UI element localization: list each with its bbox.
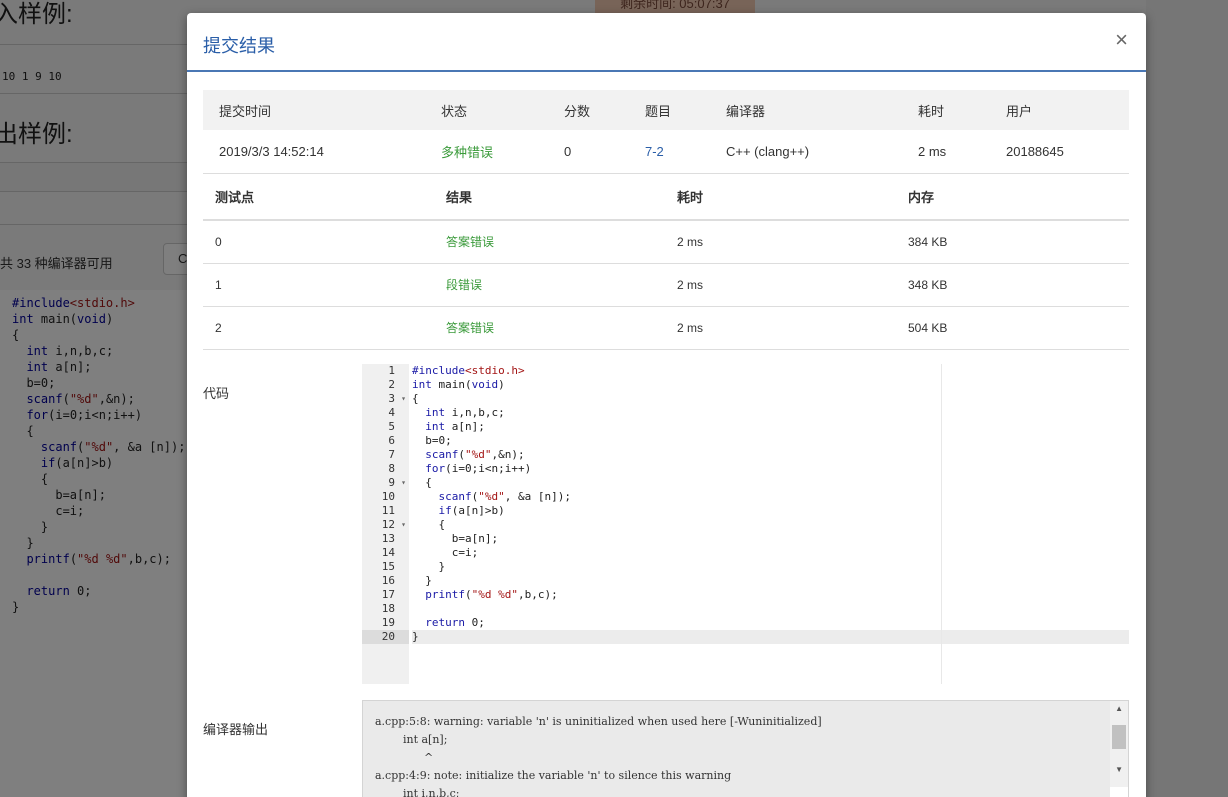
line-number: 17 (381, 588, 395, 601)
case-id: 1 (203, 263, 434, 307)
line-number: 4 (388, 406, 395, 419)
code-line: { (412, 476, 432, 489)
case-result: 答案错误 (434, 220, 665, 264)
user-id: 20188645 (990, 130, 1129, 174)
case-result: 段错误 (434, 263, 665, 307)
line-number: 9 ▾ (388, 476, 406, 490)
header-score: 分数 (548, 90, 629, 130)
code-line: scanf("%d",&n); (425, 448, 525, 461)
test-case-table: 测试点 结果 耗时 内存 0 答案错误 2 ms 384 KB 1 段错误 2 … (203, 174, 1129, 350)
scroll-thumb[interactable] (1112, 725, 1126, 749)
code-line: b=a[n]; (412, 532, 499, 545)
code-line: } (412, 574, 432, 587)
table-row: 2019/3/3 14:52:14 多种错误 0 7-2 C++ (clang+… (203, 130, 1129, 174)
table-row: 2 答案错误 2 ms 504 KB (203, 306, 1129, 350)
header-compiler: 编译器 (710, 90, 902, 130)
case-id: 2 (203, 306, 434, 350)
code-viewer[interactable]: 1 2 3 ▾ 4 5 6 7 8 9 ▾ 10 11 12 ▾ 13 14 15 16 17 18 19 20 #incl… (362, 364, 1129, 684)
header-time: 耗时 (665, 174, 896, 221)
case-id: 0 (203, 220, 434, 264)
line-number: 8 (388, 462, 395, 475)
submission-table: 提交时间 状态 分数 题目 编译器 耗时 用户 2019/3/3 14:52:1… (203, 90, 1129, 174)
code-line: int main(void) (412, 378, 505, 391)
problem-link[interactable]: 7-2 (629, 130, 710, 174)
fold-arrow-icon[interactable]: ▾ (401, 518, 406, 532)
header-result: 结果 (434, 174, 665, 221)
line-number: 7 (388, 448, 395, 461)
case-time: 2 ms (665, 306, 896, 350)
case-result: 答案错误 (434, 306, 665, 350)
line-number: 14 (381, 546, 395, 559)
line-number-gutter: 1 2 3 ▾ 4 5 6 7 8 9 ▾ 10 11 12 ▾ 13 14 15 16 17 18 19 20 (362, 364, 409, 684)
line-number: 3 ▾ (388, 392, 406, 406)
code-line: scanf("%d", &a [n]); (438, 490, 571, 503)
header-submit-time: 提交时间 (203, 90, 425, 130)
line-number: 19 (381, 616, 395, 629)
line-number: 11 (381, 504, 395, 517)
header-duration: 耗时 (902, 90, 990, 130)
header-user: 用户 (990, 90, 1129, 130)
scroll-up-icon[interactable]: ▲ (1115, 704, 1123, 713)
duration: 2 ms (902, 130, 990, 174)
code-line: #include<stdio.h> (412, 364, 525, 377)
code-line: if(a[n]>b) (438, 504, 505, 517)
scroll-down-icon[interactable]: ▼ (1115, 765, 1123, 774)
line-number: 20 (362, 630, 409, 644)
modal-title: 提交结果 (203, 36, 275, 56)
header-case: 测试点 (203, 174, 434, 221)
status-text: 多种错误 (425, 130, 548, 174)
line-number: 13 (381, 532, 395, 545)
fold-arrow-icon[interactable]: ▾ (401, 392, 406, 406)
code-line: ​ (412, 602, 1129, 616)
header-status: 状态 (425, 90, 548, 130)
case-memory: 504 KB (896, 306, 1129, 350)
submit-time: 2019/3/3 14:52:14 (203, 130, 425, 174)
line-number: 6 (388, 434, 395, 447)
modal-header: 提交结果 × (187, 13, 1146, 72)
code-line: c=i; (412, 546, 479, 559)
code-line: { (412, 518, 446, 531)
code-line: int i,n,b,c; (425, 406, 505, 419)
code-line: printf("%d %d",b,c); (425, 588, 558, 601)
line-number: 16 (381, 574, 395, 587)
case-memory: 348 KB (896, 263, 1129, 307)
code-line: for(i=0;i<n;i++) (425, 462, 532, 475)
code-line: b=0; (412, 434, 452, 447)
compiler-output-box[interactable]: a.cpp:5:8: warning: variable 'n' is unin… (362, 700, 1129, 797)
resize-handle[interactable] (1110, 787, 1128, 797)
code-line: return 0; (425, 616, 485, 629)
header-memory: 内存 (896, 174, 1129, 221)
line-number: 15 (381, 560, 395, 573)
compiler-name: C++ (clang++) (710, 130, 902, 174)
line-number: 5 (388, 420, 395, 433)
compiler-output-label: 编译器输出 (203, 722, 269, 737)
fold-arrow-icon[interactable]: ▾ (401, 476, 406, 490)
submission-header-row: 提交时间 状态 分数 题目 编译器 耗时 用户 (203, 90, 1129, 130)
code-line: { (412, 392, 419, 405)
score: 0 (548, 130, 629, 174)
table-row: 0 答案错误 2 ms 384 KB (203, 220, 1129, 264)
line-number: 1 (388, 364, 395, 377)
case-header-row: 测试点 结果 耗时 内存 (203, 174, 1129, 221)
line-number: 18 (381, 602, 395, 615)
line-number: 2 (388, 378, 395, 391)
case-time: 2 ms (665, 263, 896, 307)
line-number: 12 ▾ (381, 518, 406, 532)
submission-result-modal: 提交结果 × 提交时间 状态 分数 题目 编译器 耗时 用户 2019/3/3 … (187, 13, 1146, 797)
code-lines[interactable]: #include<stdio.h> int main(void){ int i,n… (412, 364, 1129, 644)
compiler-output-text: a.cpp:5:8: warning: variable 'n' is unin… (375, 715, 822, 797)
case-time: 2 ms (665, 220, 896, 264)
compiler-output-scrollbar[interactable]: ▲ ▼ (1110, 701, 1128, 797)
code-line: int a[n]; (425, 420, 485, 433)
table-row: 1 段错误 2 ms 348 KB (203, 263, 1129, 307)
code-line: } (412, 630, 1129, 644)
header-problem: 题目 (629, 90, 710, 130)
code-line: } (412, 560, 446, 573)
print-margin (941, 364, 942, 684)
line-number: 10 (381, 490, 395, 503)
close-button[interactable]: × (1115, 29, 1128, 51)
case-memory: 384 KB (896, 220, 1129, 264)
code-label: 代码 (203, 386, 230, 401)
